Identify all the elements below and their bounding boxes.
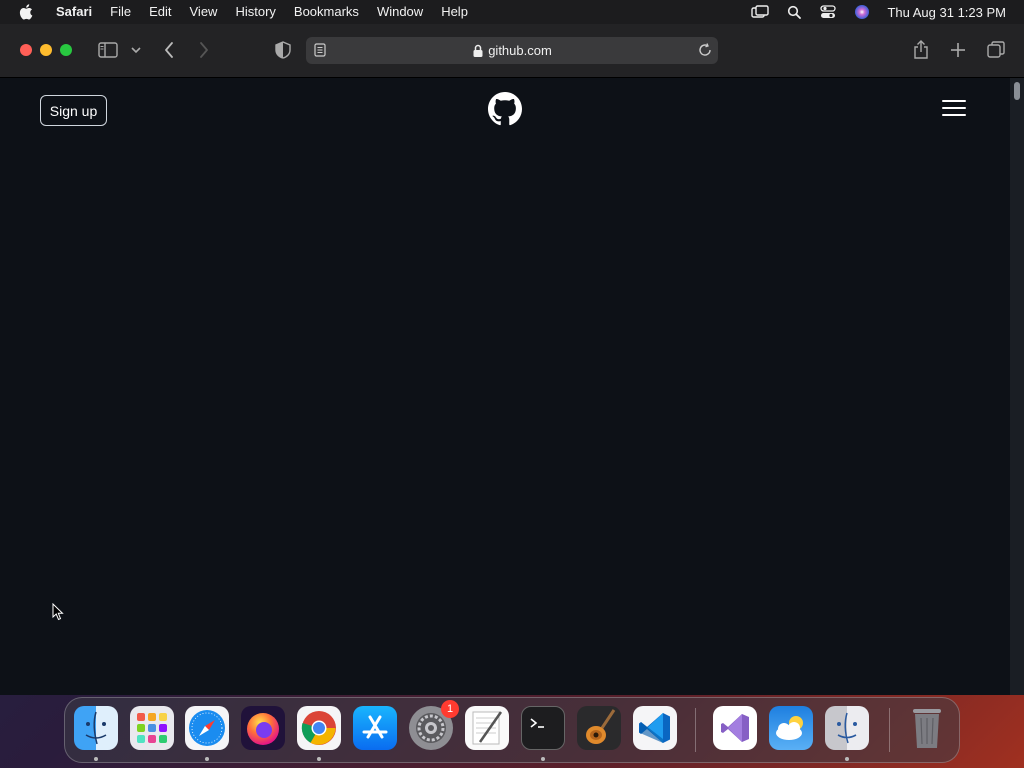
firefox-icon[interactable] <box>241 706 285 750</box>
safari-icon[interactable] <box>185 706 229 750</box>
terminal-icon[interactable] <box>521 706 565 750</box>
vertical-scrollbar[interactable] <box>1010 78 1024 695</box>
close-window-button[interactable] <box>20 44 32 56</box>
back-button[interactable] <box>157 38 181 62</box>
finder-icon[interactable] <box>74 706 118 750</box>
reload-icon[interactable] <box>698 43 712 60</box>
menu-bookmarks[interactable]: Bookmarks <box>285 0 368 24</box>
apple-menu-icon[interactable] <box>18 3 36 21</box>
menu-history[interactable]: History <box>226 0 284 24</box>
tab-overview-icon[interactable] <box>984 38 1008 62</box>
dock: 1 <box>64 697 960 763</box>
share-icon[interactable] <box>909 38 933 62</box>
menu-file[interactable]: File <box>101 0 140 24</box>
finder-running-indicator <box>94 757 98 761</box>
weather-icon[interactable] <box>769 706 813 750</box>
app-store-icon[interactable] <box>353 706 397 750</box>
notification-badge: 1 <box>441 700 459 718</box>
migration-assistant-icon[interactable] <box>825 706 869 750</box>
dock-separator <box>695 708 696 752</box>
visual-studio-icon[interactable] <box>713 706 757 750</box>
launchpad-icon[interactable] <box>130 706 174 750</box>
sign-up-button[interactable]: Sign up <box>40 95 107 126</box>
lock-icon <box>473 44 483 57</box>
sidebar-toggle-icon[interactable] <box>96 38 120 62</box>
trash-icon[interactable] <box>905 706 949 750</box>
chrome-icon[interactable] <box>297 706 341 750</box>
minimize-window-button[interactable] <box>40 44 52 56</box>
screen-mirroring-icon[interactable] <box>751 4 770 20</box>
privacy-shield-icon[interactable] <box>271 38 295 62</box>
system-settings-icon[interactable]: 1 <box>409 700 459 750</box>
menu-safari[interactable]: Safari <box>47 0 101 24</box>
siri-icon[interactable] <box>853 4 871 20</box>
dock-separator <box>889 708 890 752</box>
menubar-clock[interactable]: Thu Aug 31 1:23 PM <box>887 5 1006 20</box>
browser-toolbar: github.com <box>0 24 1024 78</box>
new-tab-icon[interactable] <box>946 38 970 62</box>
safari-running-indicator <box>205 757 209 761</box>
spotlight-search-icon[interactable] <box>785 4 803 20</box>
menu-bar: Safari File Edit View History Bookmarks … <box>0 0 1024 24</box>
menu-view[interactable]: View <box>181 0 227 24</box>
textedit-icon[interactable] <box>465 706 509 750</box>
mouse-pointer-icon <box>52 603 64 621</box>
safari-window: github.com Sign up <box>0 24 1024 695</box>
forward-button[interactable] <box>192 38 216 62</box>
zoom-window-button[interactable] <box>60 44 72 56</box>
chevron-down-icon[interactable] <box>124 38 148 62</box>
github-logo-icon[interactable] <box>488 92 522 126</box>
menu-help[interactable]: Help <box>432 0 477 24</box>
migration-running-indicator <box>845 757 849 761</box>
vscode-icon[interactable] <box>633 706 677 750</box>
menu-edit[interactable]: Edit <box>140 0 180 24</box>
terminal-running-indicator <box>541 757 545 761</box>
chrome-running-indicator <box>317 757 321 761</box>
scrollbar-thumb[interactable] <box>1014 82 1020 100</box>
garageband-icon[interactable] <box>577 706 621 750</box>
reader-mode-icon[interactable] <box>314 43 326 60</box>
menu-window[interactable]: Window <box>368 0 432 24</box>
hamburger-menu-icon[interactable] <box>942 100 966 120</box>
github-page: Sign up <box>0 78 1010 695</box>
url-text: github.com <box>488 43 552 58</box>
address-bar[interactable]: github.com <box>306 37 718 64</box>
control-center-icon[interactable] <box>819 4 837 20</box>
